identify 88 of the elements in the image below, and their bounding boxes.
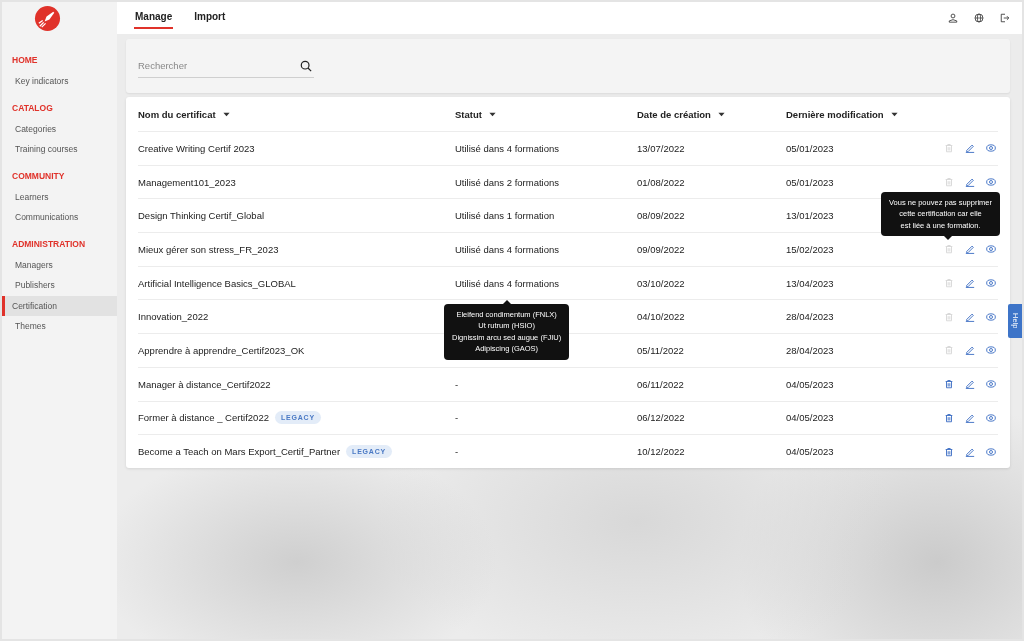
search-field[interactable]: Rechercher [138, 54, 314, 78]
column-header[interactable]: Dernière modification [786, 108, 922, 120]
table-cell: Creative Writing Certif 2023 [138, 142, 255, 154]
column-header[interactable]: Statut [455, 108, 637, 120]
nav-item[interactable]: Key indicators [2, 71, 117, 92]
eye-icon[interactable] [986, 143, 996, 154]
pencil-icon[interactable] [965, 345, 975, 356]
nav-item[interactable]: Categories [2, 118, 117, 139]
nav-item[interactable]: Training courses [2, 139, 117, 160]
nav-item[interactable]: Publishers [2, 275, 117, 296]
tab[interactable]: Manage [134, 7, 174, 29]
table-cell: - [455, 412, 459, 424]
eye-icon[interactable] [986, 345, 996, 356]
table-cell: 04/05/2023 [786, 446, 834, 458]
table-cell: 13/04/2023 [786, 277, 834, 289]
pencil-icon[interactable] [965, 244, 975, 255]
nav-item[interactable]: Learners [2, 186, 117, 207]
eye-icon[interactable] [986, 244, 996, 255]
nav-item[interactable]: Communications [2, 207, 117, 228]
table-cell: 06/12/2022 [637, 412, 685, 424]
section-heading: CATALOG [11, 101, 54, 115]
table-cell: Innovation_2022 [138, 311, 209, 323]
table-cell: Management101_2023 [138, 176, 236, 188]
table-cell: 05/01/2023 [786, 142, 834, 154]
table-cell: Utilisé dans 4 formations [455, 142, 560, 154]
section-heading: HOME [11, 54, 39, 67]
table-cell: Become a Teach on Mars Export_Certif_Partner [138, 446, 341, 458]
table-cell: 13/01/2023 [786, 210, 834, 222]
table-cell: 05/11/2022 [637, 344, 684, 356]
pencil-icon[interactable] [965, 379, 975, 390]
table-cell: 04/05/2023 [786, 412, 834, 424]
table-cell: 08/09/2022 [637, 210, 685, 222]
pencil-icon[interactable] [965, 177, 975, 188]
table-cell: 10/12/2022 [637, 446, 685, 458]
logout-icon[interactable] [1000, 13, 1010, 23]
sort-caret-icon[interactable] [488, 111, 496, 117]
eye-icon[interactable] [986, 311, 996, 322]
table-cell: - [455, 446, 459, 458]
column-header[interactable]: Date de création [637, 108, 786, 120]
trash-icon[interactable] [944, 446, 954, 457]
pencil-icon[interactable] [965, 446, 975, 457]
eye-icon[interactable] [986, 446, 996, 457]
search-icon[interactable] [300, 60, 312, 72]
table-cell: 06/11/2022 [637, 378, 684, 390]
nav-item[interactable]: Managers [2, 254, 117, 275]
section-heading: COMMUNITY [11, 169, 66, 183]
table-cell: Apprendre à apprendre_Certif2023_OK [138, 344, 305, 356]
user-icon[interactable] [948, 13, 958, 23]
trash-icon[interactable] [944, 412, 954, 423]
table-cell: Former à distance _ Certif2022 [138, 412, 269, 424]
column-header[interactable]: Nom du certificat [138, 108, 455, 120]
table-cell: - [455, 378, 459, 390]
table-cell: 03/10/2022 [637, 277, 685, 289]
sort-caret-icon[interactable] [222, 111, 230, 117]
table-cell: 15/02/2023 [786, 243, 834, 255]
pencil-icon[interactable] [965, 278, 975, 289]
table-cell: 13/07/2022 [637, 142, 685, 154]
nav-item[interactable]: Themes [2, 316, 117, 337]
table-cell: Utilisé dans 4 formations [455, 277, 560, 289]
pencil-icon[interactable] [965, 412, 975, 423]
eye-icon[interactable] [986, 278, 996, 289]
eye-icon[interactable] [986, 177, 996, 188]
table-cell: Utilisé dans 1 formation [455, 210, 555, 222]
table-cell: Utilisé dans 2 formations [455, 176, 560, 188]
table-cell: 28/04/2023 [786, 344, 834, 356]
table-cell: 09/09/2022 [637, 243, 685, 255]
table-cell: 05/01/2023 [786, 176, 834, 188]
table-cell: Mieux gérer son stress_FR_2023 [138, 243, 279, 255]
table-cell: Utilisé dans 4 formations [455, 243, 560, 255]
sort-caret-icon[interactable] [890, 111, 898, 117]
pencil-icon[interactable] [965, 311, 975, 322]
pencil-icon[interactable] [965, 143, 975, 154]
eye-icon[interactable] [986, 379, 996, 390]
trash-icon[interactable] [944, 379, 954, 390]
table-cell: 01/08/2022 [637, 176, 685, 188]
section-heading: ADMINISTRATION [11, 237, 87, 251]
table-cell: 28/04/2023 [786, 311, 834, 323]
tab[interactable]: Import [193, 7, 227, 29]
table-cell: Manager à distance_Certif2022 [138, 378, 271, 390]
nav-item[interactable]: Certification [2, 295, 117, 316]
sort-caret-icon[interactable] [717, 111, 725, 117]
table-cell: 04/05/2023 [786, 378, 834, 390]
rocket-logo-icon[interactable] [34, 5, 61, 32]
eye-icon[interactable] [986, 412, 996, 423]
table-cell: Artificial Intelligence Basics_GLOBAL [138, 277, 296, 289]
table-cell: 04/10/2022 [637, 311, 685, 323]
globe-icon[interactable] [974, 13, 984, 23]
table-cell: Design Thinking Certif_Global [138, 210, 265, 222]
